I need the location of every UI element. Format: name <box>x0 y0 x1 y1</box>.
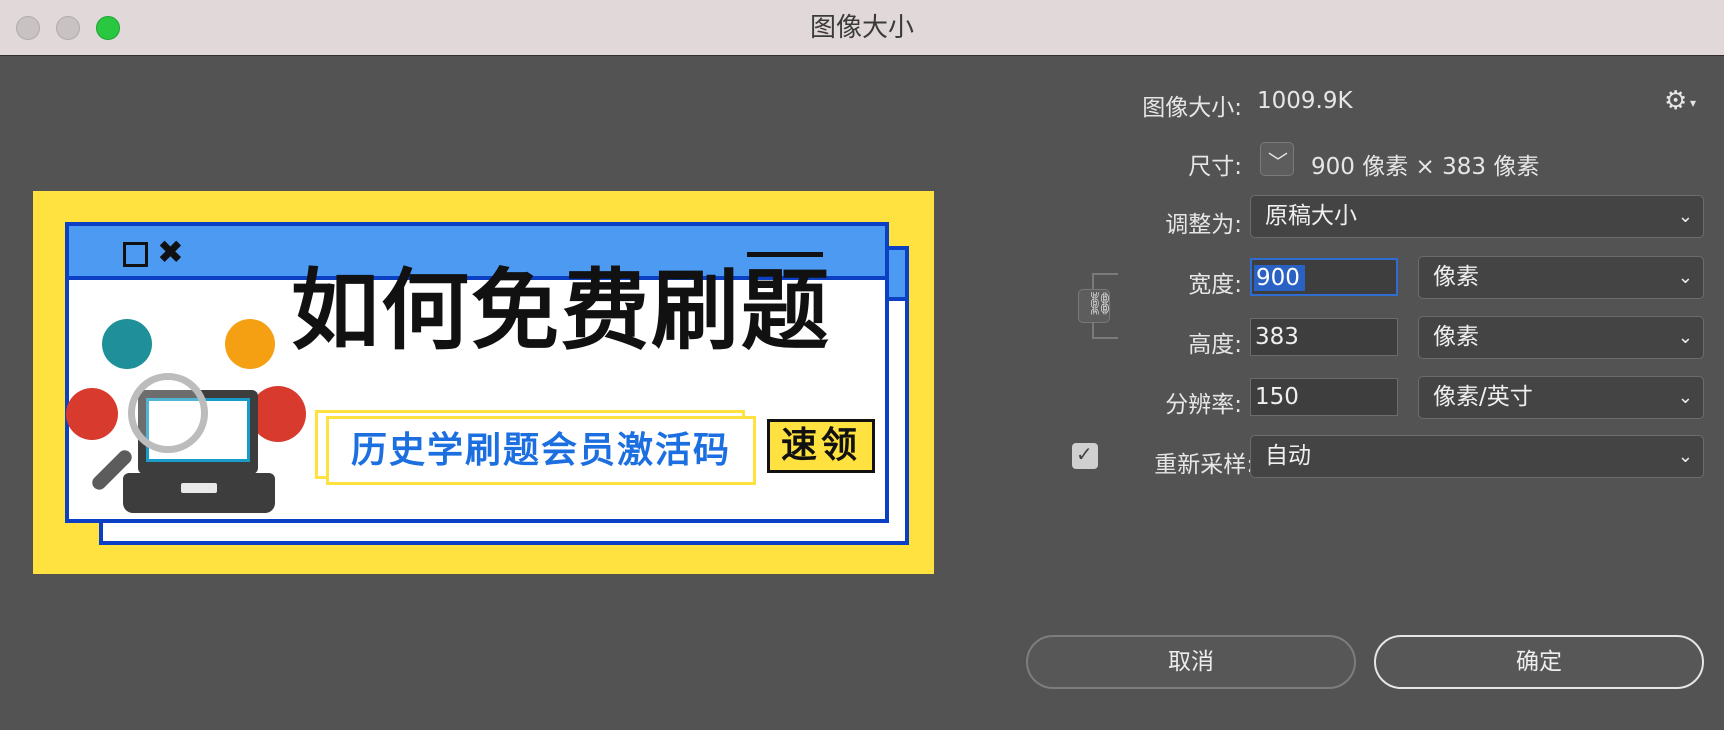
cancel-button[interactable]: 取消 <box>1026 635 1356 689</box>
preview-close-icon: ✖ <box>157 233 184 271</box>
resolution-unit-select[interactable]: 像素/英寸 ⌄ <box>1418 376 1704 419</box>
user-icon <box>225 319 275 369</box>
resolution-field[interactable] <box>1251 379 1397 415</box>
link-icon: ⛓ <box>1086 292 1114 317</box>
height-label: 高度: <box>1188 332 1242 358</box>
resample-select[interactable]: 自动 ⌄ <box>1250 435 1704 478</box>
image-size-value: 1009.9K <box>1257 88 1353 114</box>
dimensions-value: 900 像素 × 383 像素 <box>1311 154 1540 180</box>
resample-checkbox[interactable]: ✓ <box>1072 442 1098 469</box>
constrain-proportions-button[interactable]: ⛓ <box>1078 289 1114 323</box>
resolution-unit-value: 像素/英寸 <box>1433 384 1533 410</box>
preview-subtitle: 历史学刷题会员激活码 <box>350 430 731 471</box>
chart-icon <box>66 388 118 440</box>
preview-square-icon <box>123 242 148 267</box>
width-unit-select[interactable]: 像素 ⌄ <box>1418 256 1704 299</box>
width-unit-value: 像素 <box>1433 264 1479 290</box>
preview-headline: 如何免费刷题 <box>291 259 832 362</box>
gear-icon[interactable]: ⚙ <box>1664 86 1687 116</box>
laptop-trackpad <box>181 483 217 493</box>
chevron-down-icon: ⌄ <box>1677 446 1693 467</box>
chevron-down-icon: ﹀ <box>1268 150 1288 174</box>
clock-icon <box>250 386 306 442</box>
image-size-dialog: 图像大小 ✖ 如何免费刷题 历史学刷题会员激活码 速领 图像大小: 1009.9… <box>0 0 1724 730</box>
resample-label: 重新采样: <box>1154 452 1254 478</box>
resample-value: 自动 <box>1265 443 1311 469</box>
title-bar: 图像大小 <box>0 0 1724 56</box>
preview-cta: 速领 <box>767 419 875 473</box>
image-size-label: 图像大小: <box>1142 95 1242 121</box>
resolution-input[interactable] <box>1250 378 1398 416</box>
chevron-down-icon: ⌄ <box>1677 387 1693 408</box>
height-unit-select[interactable]: 像素 ⌄ <box>1418 316 1704 359</box>
width-label: 宽度: <box>1188 272 1242 298</box>
height-field[interactable] <box>1251 319 1397 355</box>
height-unit-value: 像素 <box>1433 324 1479 350</box>
width-input[interactable]: 900 <box>1250 258 1398 296</box>
chevron-down-icon: ▾ <box>1690 96 1697 110</box>
fit-to-value: 原稿大小 <box>1265 203 1357 229</box>
fit-to-label: 调整为: <box>1165 212 1242 238</box>
checkmark-icon: ✓ <box>1076 442 1093 466</box>
ok-button[interactable]: 确定 <box>1374 635 1704 689</box>
fit-to-select[interactable]: 原稿大小 ⌄ <box>1250 195 1704 238</box>
chevron-down-icon: ⌄ <box>1677 327 1693 348</box>
preview-minimize-icon <box>747 252 823 257</box>
chevron-down-icon: ⌄ <box>1677 206 1693 227</box>
clipboard-icon <box>102 319 152 369</box>
chevron-down-icon: ⌄ <box>1677 267 1693 288</box>
laptop-base <box>123 473 275 513</box>
preview-subtitle-box: 历史学刷题会员激活码 <box>326 416 756 485</box>
dimensions-unit-toggle[interactable]: ﹀ <box>1260 142 1294 176</box>
width-value: 900 <box>1256 265 1300 291</box>
dimensions-label: 尺寸: <box>1188 154 1242 180</box>
image-preview[interactable]: ✖ 如何免费刷题 历史学刷题会员激活码 速领 <box>33 191 934 574</box>
magnifier-icon <box>128 373 208 453</box>
window-title: 图像大小 <box>809 13 914 43</box>
resolution-label: 分辨率: <box>1165 392 1242 418</box>
height-input[interactable] <box>1250 318 1398 356</box>
